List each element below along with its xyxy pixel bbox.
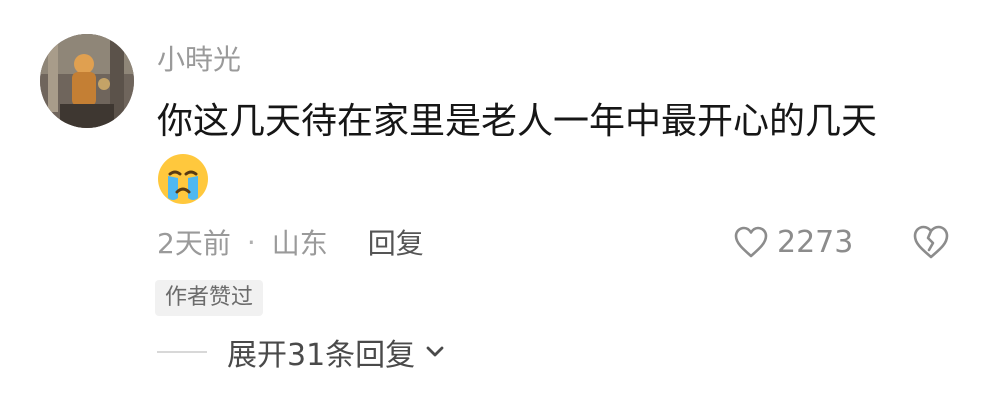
comment-meta: 2天前 · 山东 回复 xyxy=(157,222,424,262)
username[interactable]: 小時光 xyxy=(157,40,241,80)
comment-item: 小時光 你这几天待在家里是老人一年中最开心的几天 2天前 · 山东 回复 227… xyxy=(0,0,1000,406)
meta-separator: · xyxy=(246,225,256,259)
like-button[interactable]: 2273 xyxy=(733,222,853,262)
chevron-down-icon xyxy=(426,346,444,357)
comment-time: 2天前 xyxy=(157,227,231,260)
like-count: 2273 xyxy=(777,224,854,260)
broken-heart-icon xyxy=(913,225,949,259)
dislike-button[interactable] xyxy=(912,224,950,260)
reply-button[interactable]: 回复 xyxy=(368,222,424,262)
divider-line xyxy=(157,351,207,353)
comment-location: 山东 xyxy=(271,227,328,260)
avatar-image xyxy=(40,34,134,128)
author-liked-badge: 作者赞过 xyxy=(155,280,264,316)
expand-replies-label: 展开31条回复 xyxy=(227,338,416,373)
expand-replies-button[interactable]: 展开31条回复 xyxy=(157,330,447,374)
avatar[interactable] xyxy=(40,34,134,128)
comment-text: 你这几天待在家里是老人一年中最开心的几天 xyxy=(157,101,878,142)
crying-face-icon xyxy=(156,152,210,206)
heart-icon xyxy=(734,226,768,258)
